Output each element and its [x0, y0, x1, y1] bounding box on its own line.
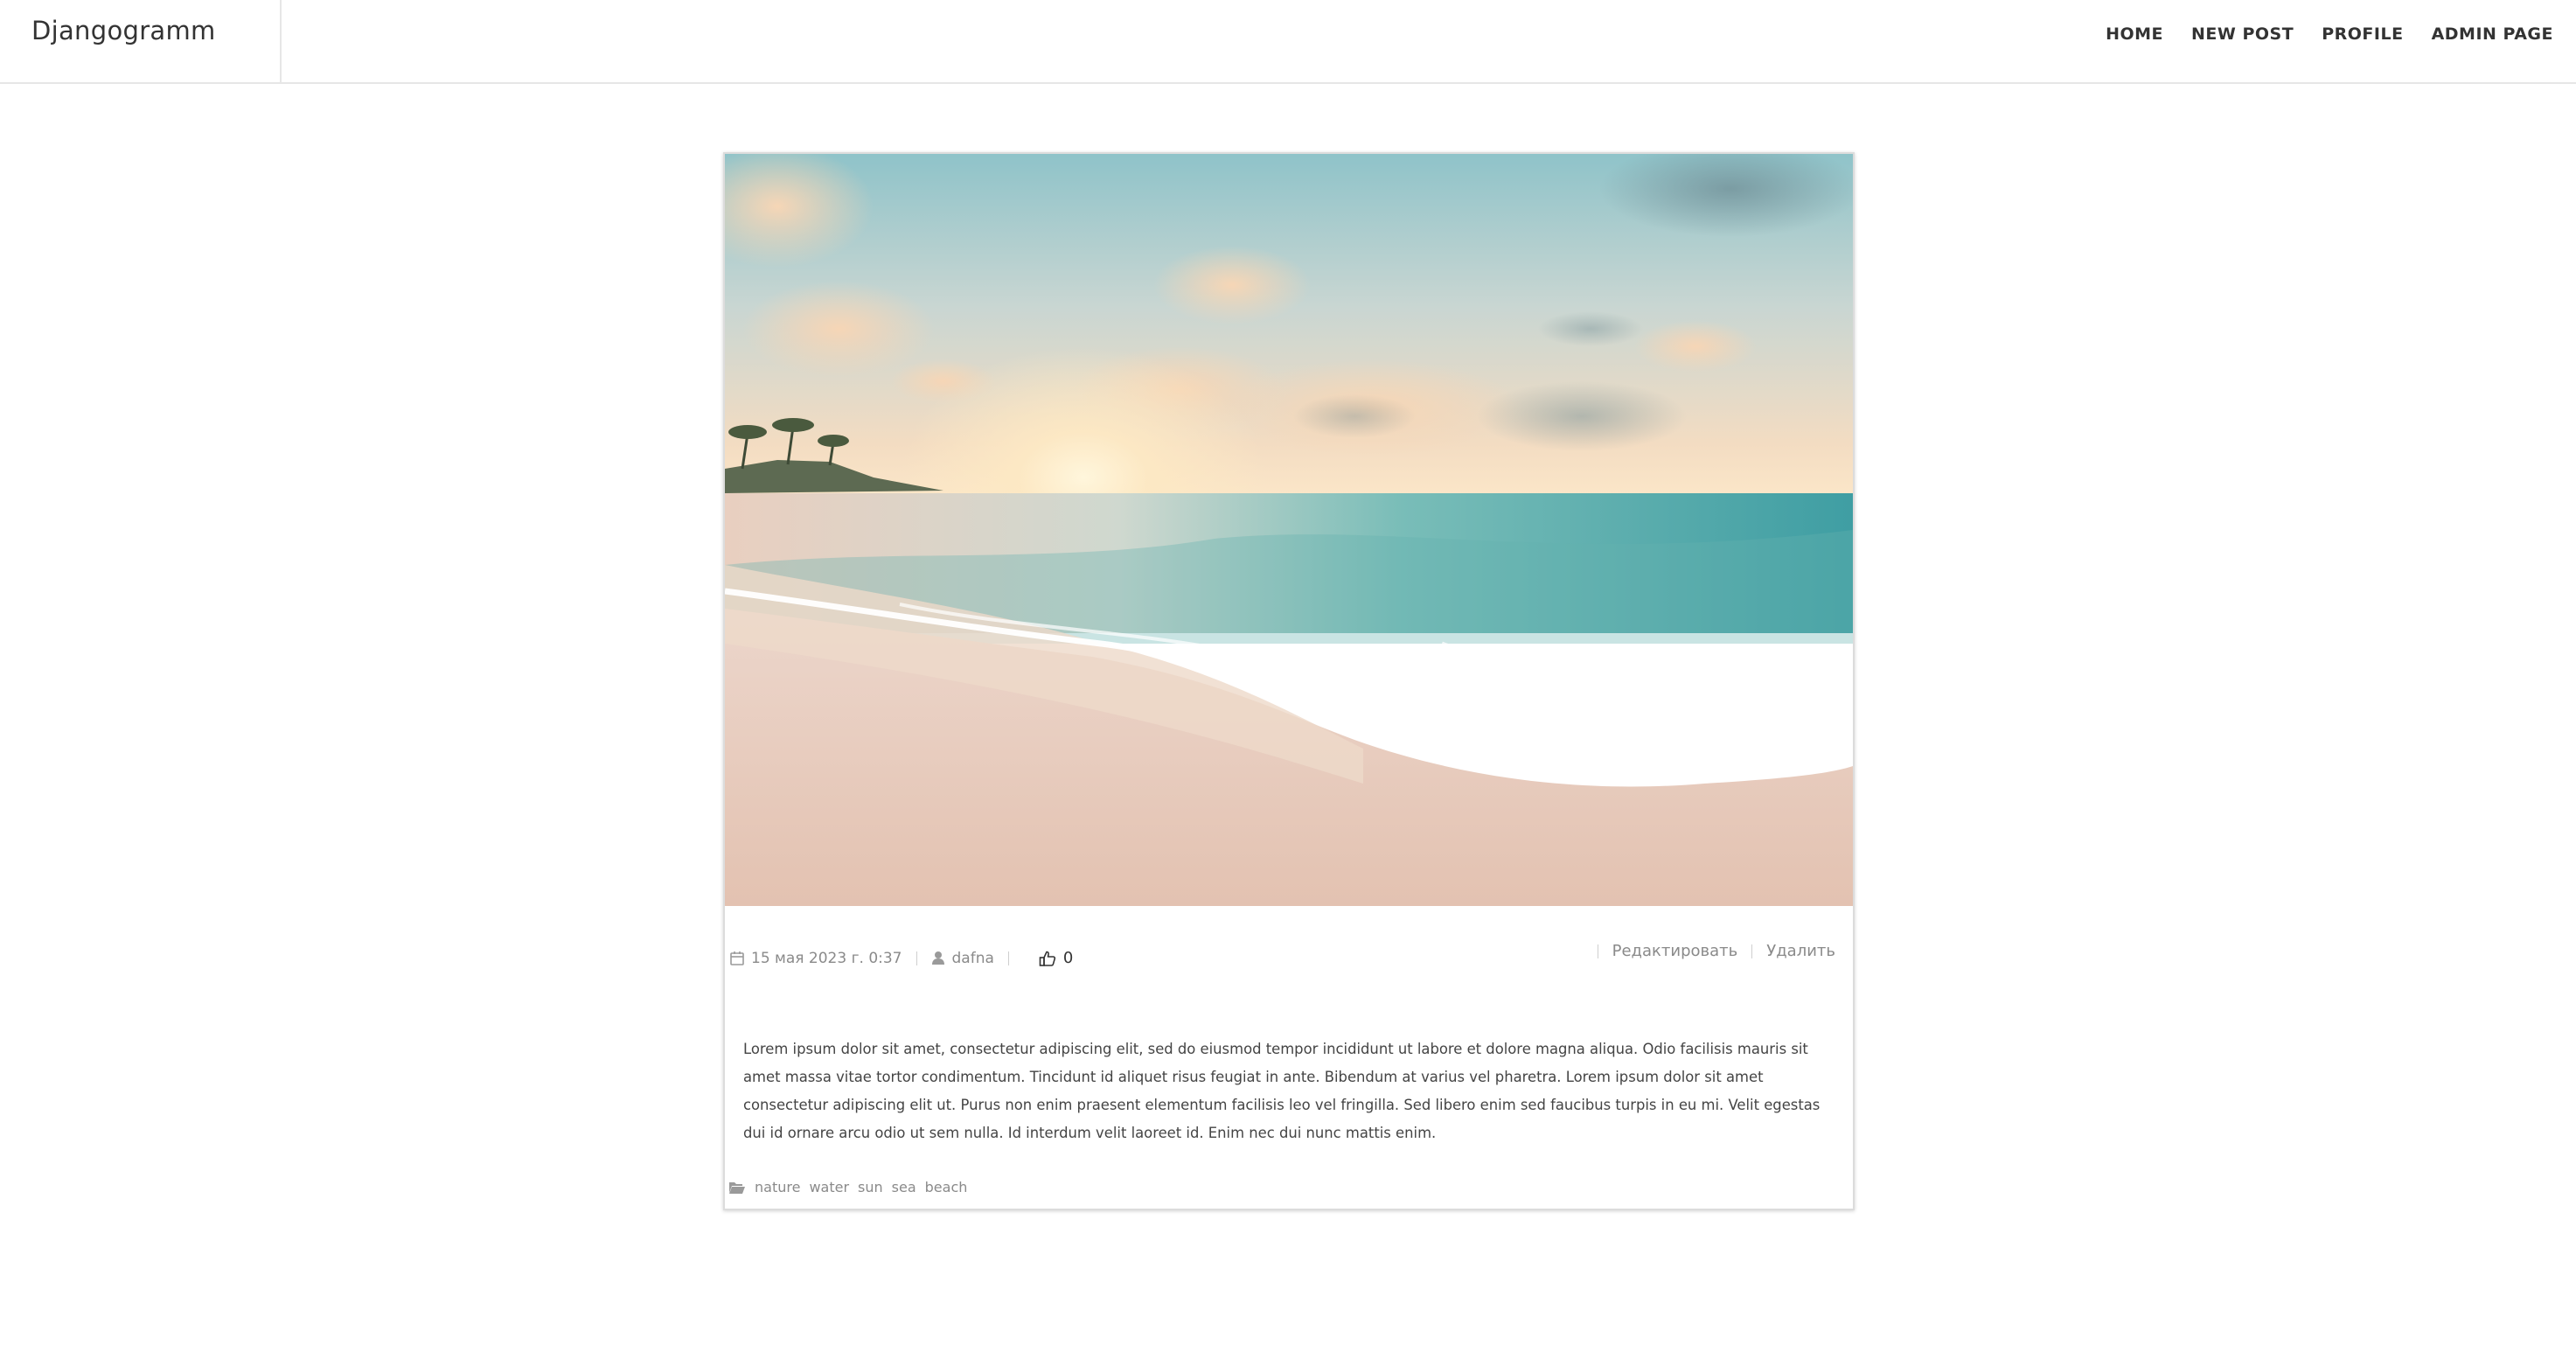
brand-container: Djangogramm: [0, 0, 282, 82]
post-meta: 15 мая 2023 г. 0:37 dafna 0 Редактироват…: [725, 942, 1853, 979]
beach-photo: [725, 154, 1853, 906]
tag-link[interactable]: sun: [858, 1179, 883, 1195]
delete-post-link[interactable]: Удалить: [1766, 942, 1835, 960]
meta-separator: [916, 951, 917, 965]
tag-link[interactable]: water: [809, 1179, 849, 1195]
top-navbar: Djangogramm HOME NEW POST PROFILE ADMIN …: [0, 0, 2576, 84]
tag-link[interactable]: sea: [892, 1179, 916, 1195]
post-author-name[interactable]: dafna: [952, 950, 994, 967]
post-date-text: 15 мая 2023 г. 0:37: [751, 949, 902, 967]
like-count: 0: [1062, 949, 1074, 967]
nav-profile[interactable]: PROFILE: [2322, 24, 2403, 44]
nav-new-post[interactable]: NEW POST: [2191, 24, 2294, 44]
post-actions: Редактировать Удалить: [1584, 942, 1835, 960]
meta-separator: [1751, 944, 1753, 958]
post-meta-left: 15 мая 2023 г. 0:37 dafna 0: [730, 949, 1073, 967]
nav-admin-page[interactable]: ADMIN PAGE: [2432, 24, 2553, 44]
tag-link[interactable]: beach: [925, 1179, 968, 1195]
post-image: [725, 154, 1853, 906]
post-tags: nature water sun sea beach: [728, 1179, 967, 1195]
calendar-icon: [730, 951, 744, 965]
edit-post-link[interactable]: Редактировать: [1612, 942, 1738, 960]
nav-home[interactable]: HOME: [2106, 24, 2163, 44]
folder-open-icon: [729, 1181, 745, 1194]
thumbs-up-icon[interactable]: [1039, 951, 1056, 966]
post-date: 15 мая 2023 г. 0:37: [730, 950, 902, 967]
post-card: 15 мая 2023 г. 0:37 dafna 0 Редактироват…: [723, 152, 1855, 1210]
brand-logo[interactable]: Djangogramm: [31, 16, 216, 45]
user-icon: [931, 951, 944, 965]
like-button[interactable]: 0: [1039, 949, 1073, 967]
post-body: Lorem ipsum dolor sit amet, consectetur …: [743, 1041, 1821, 1142]
main-nav: HOME NEW POST PROFILE ADMIN PAGE: [2106, 24, 2553, 44]
post-author[interactable]: dafna: [931, 950, 994, 967]
meta-separator: [1007, 951, 1009, 965]
tag-link[interactable]: nature: [755, 1179, 800, 1195]
